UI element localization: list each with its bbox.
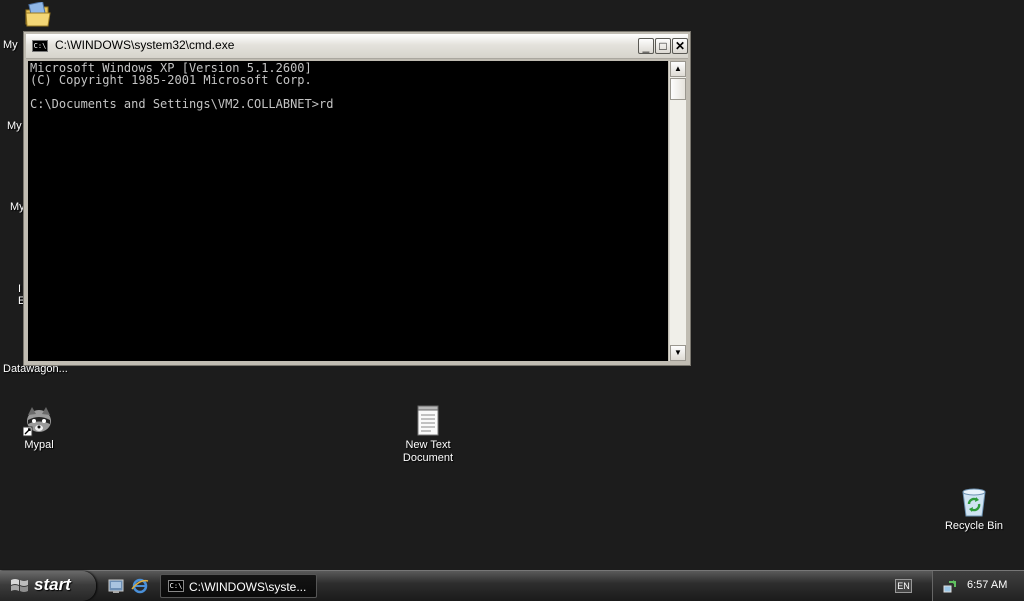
quicklaunch-show-desktop-icon[interactable] — [107, 577, 125, 595]
clock[interactable]: 6:57 AM — [967, 579, 1007, 591]
title-bar[interactable]: C:\ C:\WINDOWS\system32\cmd.exe _ □ ✕ — [26, 34, 688, 59]
system-tray: 6:57 AM — [932, 571, 1024, 601]
cmd-taskbar-icon: C:\ — [168, 580, 184, 592]
taskbar-button-cmd[interactable]: C:\ C:\WINDOWS\syste... — [160, 574, 317, 598]
language-indicator[interactable]: EN — [895, 579, 912, 593]
new-text-document-label: New Text Document — [402, 439, 454, 464]
window-title: C:\WINDOWS\system32\cmd.exe — [55, 38, 235, 52]
desktop-icon-label-my-2[interactable]: My — [7, 120, 22, 132]
scroll-up-button[interactable]: ▲ — [670, 61, 686, 77]
desktop-icon-label-i[interactable]: I — [18, 283, 21, 295]
notepad-icon — [416, 405, 440, 437]
cmd-window[interactable]: C:\ C:\WINDOWS\system32\cmd.exe _ □ ✕ Mi… — [23, 31, 691, 366]
maximize-button[interactable]: □ — [655, 38, 671, 54]
desktop-icon-new-text-document[interactable]: New Text Document — [390, 405, 466, 465]
console-prompt-line: C:\Documents and Settings\VM2.COLLABNET>… — [30, 97, 334, 111]
desktop-icon-recycle-bin[interactable]: Recycle Bin — [936, 486, 1012, 533]
cmd-app-icon[interactable]: C:\ — [32, 40, 48, 52]
start-label: start — [34, 575, 71, 594]
minimize-button[interactable]: _ — [638, 38, 654, 54]
mypal-label: Mypal — [24, 439, 54, 451]
recycle-bin-icon — [959, 486, 989, 518]
taskbar: start C:\ C:\WINDOWS\syste... EN 6:57 AM — [0, 570, 1024, 601]
windows-flag-icon — [10, 577, 30, 598]
folder-icon[interactable] — [24, 1, 52, 28]
network-icon[interactable] — [943, 578, 959, 594]
desktop-icon-mypal[interactable]: Mypal — [1, 405, 77, 452]
desktop-icon-label-my-1[interactable]: My — [3, 39, 18, 51]
vertical-scrollbar[interactable]: ▲ ▼ — [669, 61, 686, 361]
start-button[interactable]: start — [0, 571, 96, 601]
taskbar-button-label: C:\WINDOWS\syste... — [189, 580, 307, 594]
scroll-thumb[interactable] — [670, 78, 686, 100]
scroll-down-button[interactable]: ▼ — [670, 345, 686, 361]
console-line: (C) Copyright 1985-2001 Microsoft Corp. — [30, 73, 312, 87]
recycle-bin-label: Recycle Bin — [944, 520, 1004, 532]
console-output[interactable]: Microsoft Windows XP [Version 5.1.2600] … — [28, 61, 668, 361]
raccoon-icon — [22, 405, 55, 437]
close-button[interactable]: ✕ — [672, 38, 688, 54]
quicklaunch-internet-explorer-icon[interactable] — [131, 577, 149, 595]
